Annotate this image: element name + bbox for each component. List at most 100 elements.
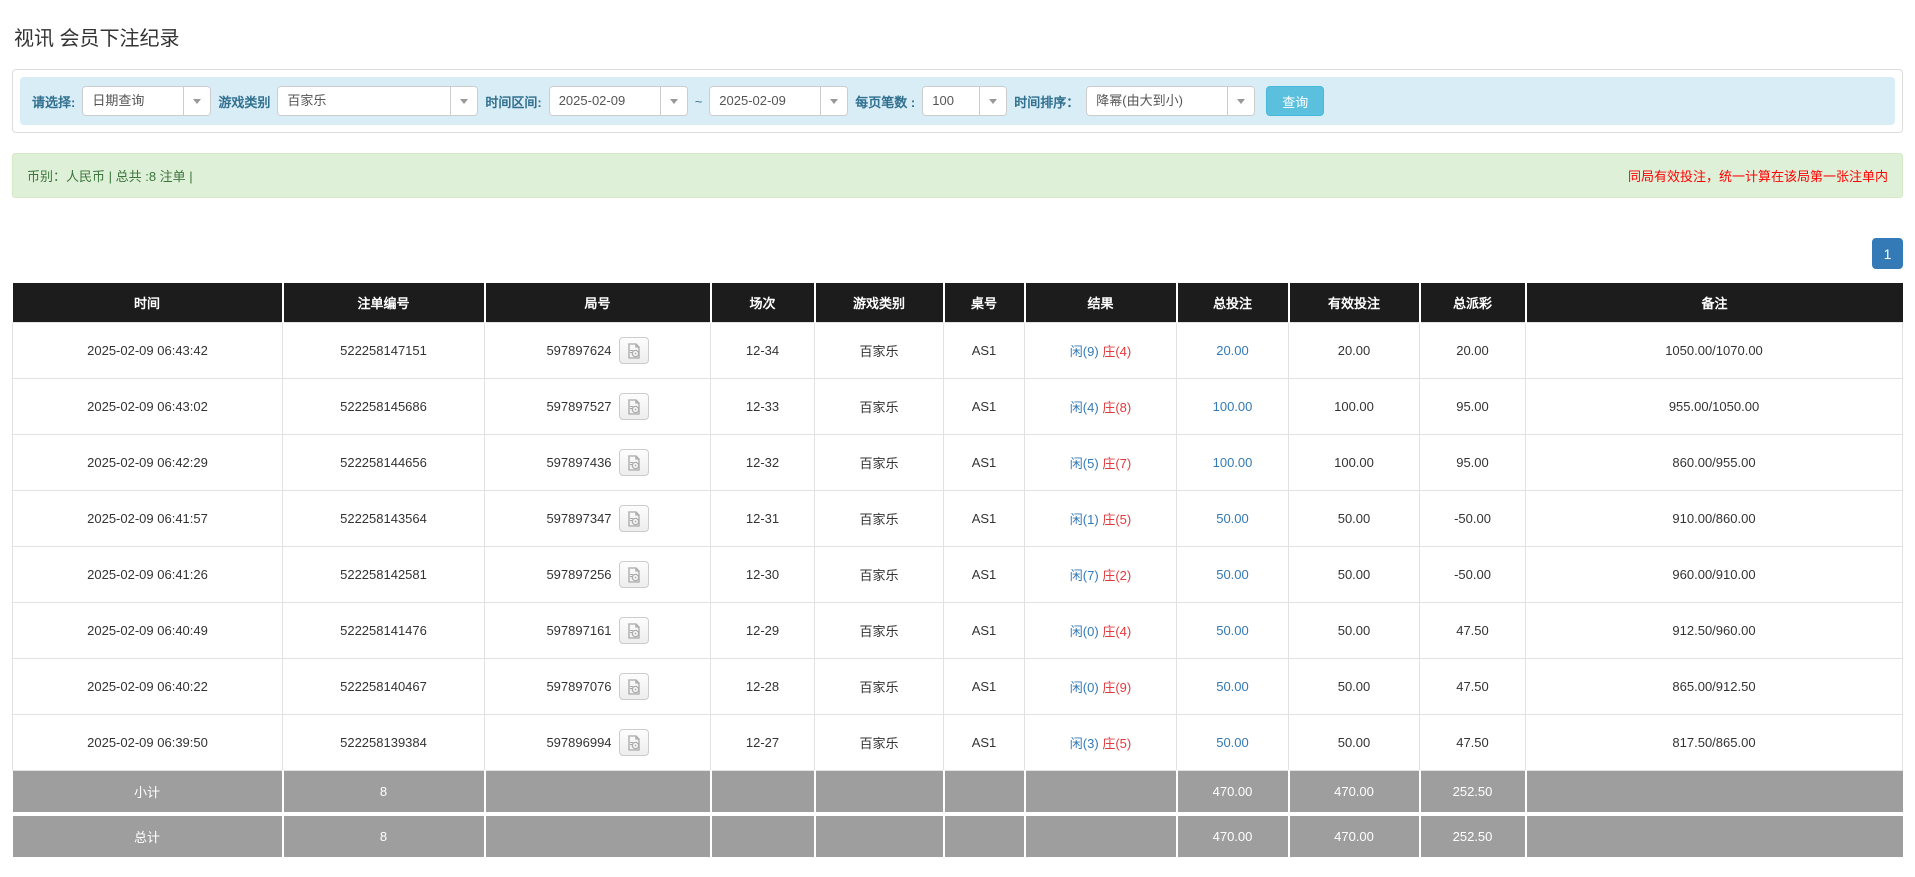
chevron-down-icon[interactable] [1227,87,1254,115]
cell-note: 955.00/1050.00 [1526,379,1903,435]
summary-bar: 币别：人民币 | 总共 :8 注单 | 同局有效投注，统一计算在该局第一张注单内 [12,153,1903,198]
video-replay-button[interactable] [619,561,649,588]
sort-select[interactable]: 降幂(由大到小) [1086,86,1255,116]
game-select[interactable]: 百家乐 [277,86,478,116]
date-to-picker[interactable]: 2025-02-09 [709,86,848,116]
total-bet-link[interactable]: 20.00 [1216,343,1249,358]
total-bet-link[interactable]: 50.00 [1216,511,1249,526]
cell-game: 百家乐 [815,323,944,379]
cell-game: 百家乐 [815,491,944,547]
subtotal-payout: 252.50 [1420,771,1526,815]
col-header-round-no: 局号 [485,283,711,323]
result-banker: 庄(2) [1102,568,1131,583]
video-replay-button[interactable] [619,673,649,700]
cell-table-no: AS1 [944,603,1025,659]
video-replay-button[interactable] [619,617,649,644]
total-bet-link[interactable]: 100.00 [1213,455,1253,470]
round-number: 597897624 [546,343,611,358]
cell-valid-bet: 50.00 [1289,715,1420,771]
cell-valid-bet: 100.00 [1289,435,1420,491]
result-player: 闲(1) [1070,512,1099,527]
page-1-button[interactable]: 1 [1872,238,1903,269]
subtotal-valid-bet: 470.00 [1289,771,1420,815]
table-row: 2025-02-09 06:40:22 522258140467 5978970… [13,659,1903,715]
total-bet-link[interactable]: 100.00 [1213,399,1253,414]
cell-time: 2025-02-09 06:40:49 [13,603,283,659]
cell-payout: 95.00 [1420,379,1526,435]
chevron-down-icon[interactable] [820,87,847,115]
subtotal-empty-cell [944,771,1025,815]
per-page-select[interactable]: 100 [922,86,1007,116]
cell-game: 百家乐 [815,659,944,715]
video-replay-icon [626,567,642,583]
result-banker: 庄(5) [1102,736,1131,751]
cell-valid-bet: 50.00 [1289,547,1420,603]
total-bet-link[interactable]: 50.00 [1216,679,1249,694]
table-row: 2025-02-09 06:41:26 522258142581 5978972… [13,547,1903,603]
mode-select-value[interactable]: 日期查询 [83,87,183,115]
video-replay-icon [626,511,642,527]
video-replay-icon [626,679,642,695]
search-button[interactable]: 查询 [1266,86,1324,116]
chevron-down-icon[interactable] [660,87,687,115]
subtotal-empty-cell [1526,771,1903,815]
col-header-game: 游戏类别 [815,283,944,323]
date-from-picker[interactable]: 2025-02-09 [549,86,688,116]
video-replay-button[interactable] [619,505,649,532]
sort-select-value[interactable]: 降幂(由大到小) [1087,87,1227,115]
chevron-down-icon[interactable] [979,87,1006,115]
result-banker: 庄(5) [1102,512,1131,527]
cell-round-no: 597897624 [485,323,711,379]
cell-total-bet: 100.00 [1177,379,1289,435]
cell-result: 闲(1) 庄(5) [1025,491,1177,547]
cell-game: 百家乐 [815,715,944,771]
game-select-value[interactable]: 百家乐 [278,87,450,115]
page-container: 视讯 会员下注纪录 请选择: 日期查询 游戏类别 百家乐 时间区间: 2025-… [0,0,1915,877]
cell-note: 910.00/860.00 [1526,491,1903,547]
result-player: 闲(4) [1070,400,1099,415]
cell-table-no: AS1 [944,659,1025,715]
summary-text: 币别：人民币 | 总共 :8 注单 | [27,166,193,185]
video-replay-button[interactable] [619,449,649,476]
mode-select[interactable]: 日期查询 [82,86,211,116]
per-page-value[interactable]: 100 [923,87,979,115]
col-header-payout: 总派彩 [1420,283,1526,323]
round-number: 597897347 [546,511,611,526]
table-row: 2025-02-09 06:42:29 522258144656 5978974… [13,435,1903,491]
cell-table-no: AS1 [944,491,1025,547]
total-bet-link[interactable]: 50.00 [1216,735,1249,750]
cell-valid-bet: 20.00 [1289,323,1420,379]
cell-game: 百家乐 [815,435,944,491]
chevron-down-icon[interactable] [450,87,477,115]
cell-total-bet: 50.00 [1177,491,1289,547]
page-title: 视讯 会员下注纪录 [14,22,1903,51]
result-player: 闲(7) [1070,568,1099,583]
cell-bet-no: 522258145686 [283,379,485,435]
cell-bet-no: 522258147151 [283,323,485,379]
result-banker: 庄(7) [1102,456,1131,471]
total-bet-link[interactable]: 50.00 [1216,567,1249,582]
video-replay-button[interactable] [619,729,649,756]
video-replay-button[interactable] [619,337,649,364]
total-bet-link[interactable]: 50.00 [1216,623,1249,638]
cell-note: 960.00/910.00 [1526,547,1903,603]
cell-result: 闲(7) 庄(2) [1025,547,1177,603]
video-replay-icon [626,343,642,359]
col-header-valid-bet: 有效投注 [1289,283,1420,323]
date-from-value[interactable]: 2025-02-09 [550,87,660,115]
date-to-value[interactable]: 2025-02-09 [710,87,820,115]
table-row: 2025-02-09 06:39:50 522258139384 5978969… [13,715,1903,771]
table-row: 2025-02-09 06:43:42 522258147151 5978976… [13,323,1903,379]
cell-result: 闲(5) 庄(7) [1025,435,1177,491]
chevron-down-icon[interactable] [183,87,210,115]
cell-round-no: 597897256 [485,547,711,603]
cell-payout: -50.00 [1420,491,1526,547]
cell-note: 912.50/960.00 [1526,603,1903,659]
cell-session: 12-30 [711,547,815,603]
col-header-result: 结果 [1025,283,1177,323]
filter-bar: 请选择: 日期查询 游戏类别 百家乐 时间区间: 2025-02-09 ~ 20… [20,77,1895,125]
video-replay-button[interactable] [619,393,649,420]
result-banker: 庄(9) [1102,680,1131,695]
cell-bet-no: 522258139384 [283,715,485,771]
col-header-total-bet: 总投注 [1177,283,1289,323]
